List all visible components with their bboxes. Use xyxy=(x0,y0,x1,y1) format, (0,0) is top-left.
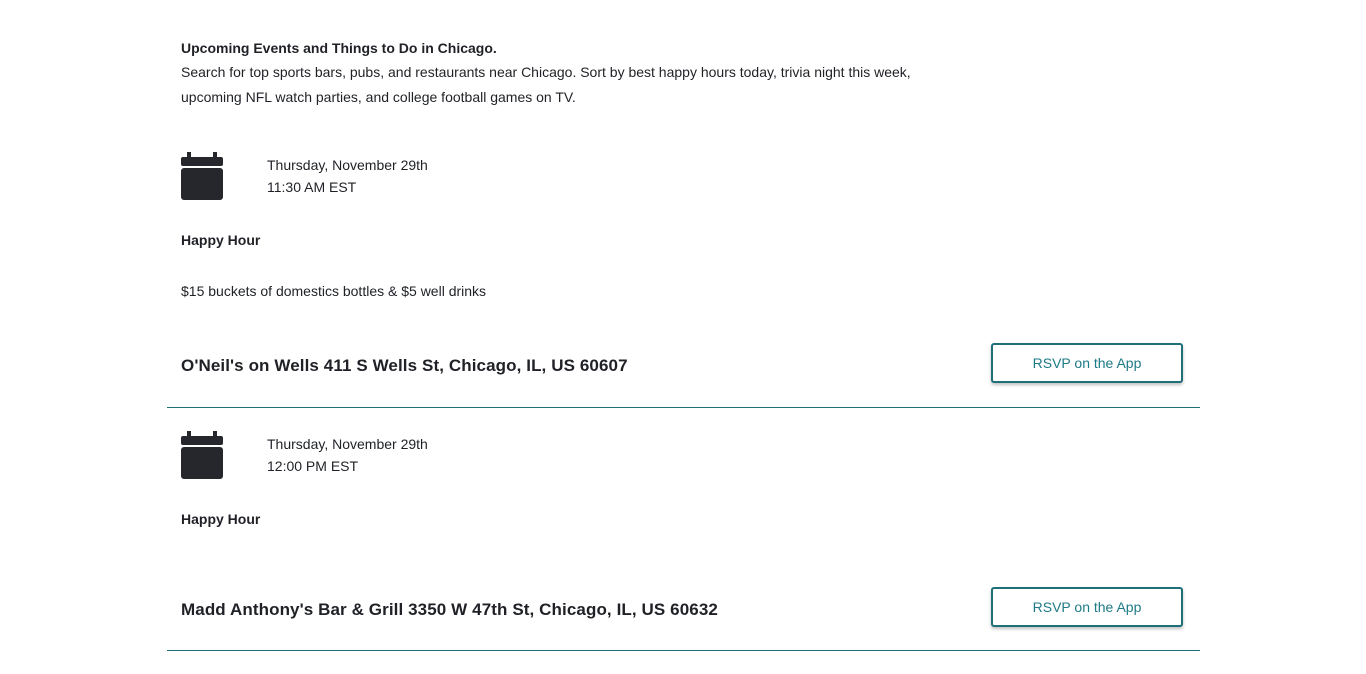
events-page: Upcoming Events and Things to Do in Chic… xyxy=(0,0,1366,674)
event-time: 11:30 AM EST xyxy=(267,179,357,195)
event-type: Happy Hour xyxy=(181,511,261,527)
calendar-icon xyxy=(181,152,223,200)
rsvp-button[interactable]: RSVP on the App xyxy=(991,587,1183,627)
event-card: Thursday, November 29th 11:30 AM EST Hap… xyxy=(167,150,1200,408)
venue-name-address: O'Neil's on Wells 411 S Wells St, Chicag… xyxy=(181,356,628,375)
event-description: $15 buckets of domestics bottles & $5 we… xyxy=(181,283,487,299)
event-type: Happy Hour xyxy=(181,232,261,248)
intro-section: Upcoming Events and Things to Do in Chic… xyxy=(181,38,971,110)
event-date: Thursday, November 29th xyxy=(267,157,428,173)
calendar-icon xyxy=(181,431,223,479)
event-card: Thursday, November 29th 12:00 PM EST Hap… xyxy=(167,429,1200,651)
intro-title: Upcoming Events and Things to Do in Chic… xyxy=(181,40,497,56)
rsvp-button[interactable]: RSVP on the App xyxy=(991,343,1183,383)
event-datetime: Thursday, November 29th 11:30 AM EST xyxy=(267,154,428,198)
event-time: 12:00 PM EST xyxy=(267,458,359,474)
venue-name-address: Madd Anthony's Bar & Grill 3350 W 47th S… xyxy=(181,600,718,619)
event-datetime: Thursday, November 29th 12:00 PM EST xyxy=(267,433,428,477)
event-date: Thursday, November 29th xyxy=(267,436,428,452)
intro-description: Search for top sports bars, pubs, and re… xyxy=(181,64,911,105)
